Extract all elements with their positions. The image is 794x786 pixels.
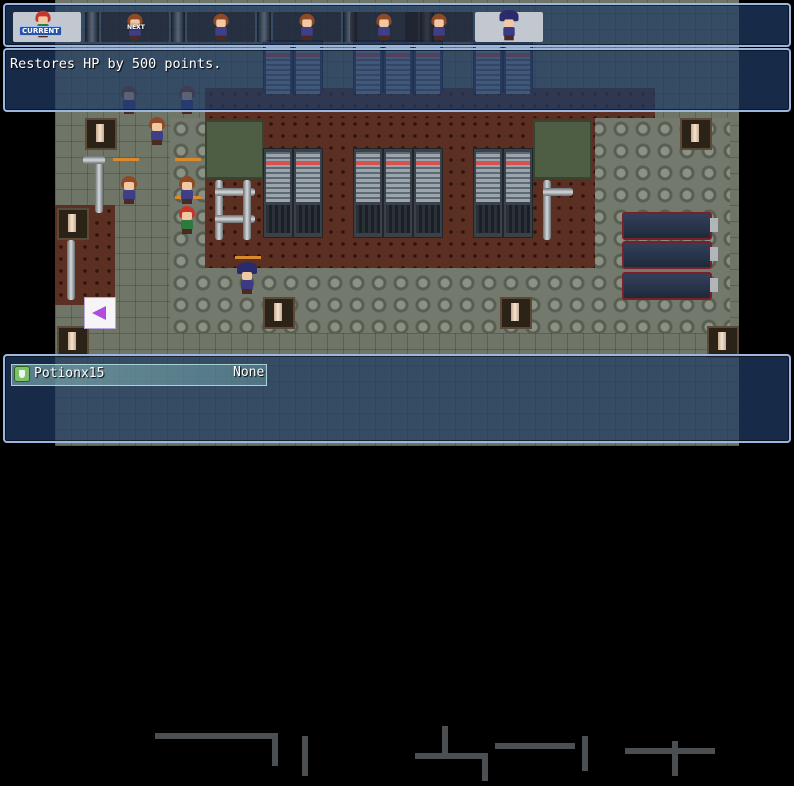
potion-icon	[14, 366, 30, 382]
server-rack	[503, 148, 533, 238]
metal-crate	[680, 118, 712, 150]
turn-slot-next[interactable]: NEXT	[101, 12, 169, 42]
server-rack	[413, 148, 443, 238]
turn-separator	[171, 12, 185, 42]
ally-portrait	[298, 13, 317, 41]
metal-crate	[57, 208, 89, 240]
help-window: Restores HP by 500 points.	[3, 48, 791, 112]
server-rack	[263, 148, 293, 238]
turn-order-bar: CURRENT NEXT	[3, 3, 791, 47]
item-window: Potionx15 None	[3, 354, 791, 781]
turn-slot-current[interactable]: CURRENT	[13, 10, 81, 42]
turn-separator	[85, 12, 99, 42]
server-rack	[353, 148, 383, 238]
next-label: NEXT	[127, 24, 145, 31]
pipes-decoration	[155, 726, 715, 781]
ally-sprite[interactable]	[147, 117, 167, 145]
turn-slot-witch[interactable]	[475, 9, 543, 42]
item-note: None	[233, 365, 265, 380]
green-pad-right	[533, 120, 592, 179]
hp-gauge	[175, 158, 201, 161]
pipe	[83, 156, 105, 164]
ally-portrait	[212, 13, 231, 41]
ally-sprite[interactable]	[119, 176, 139, 204]
hp-gauge	[235, 256, 261, 259]
green-pad-left	[205, 120, 264, 179]
item-description: Restores HP by 500 points.	[10, 56, 222, 72]
cryo-tank	[622, 272, 718, 300]
turn-separator	[257, 12, 271, 42]
ally-portrait	[430, 13, 449, 41]
server-rack	[473, 148, 503, 238]
server-rack	[383, 148, 413, 238]
pipe	[95, 158, 103, 213]
turn-slot[interactable]	[405, 12, 473, 42]
ally-sprite[interactable]	[177, 176, 197, 204]
pipe	[67, 240, 75, 300]
metal-crate	[85, 118, 117, 150]
turn-slot[interactable]	[273, 12, 341, 42]
cryo-tank	[622, 241, 718, 269]
target-cursor-icon[interactable]	[84, 297, 116, 329]
pipe	[543, 188, 573, 196]
hero-sprite[interactable]	[177, 206, 197, 234]
server-rack	[293, 148, 323, 238]
witch-sprite[interactable]	[237, 262, 257, 294]
ally-portrait	[375, 13, 394, 41]
pipe	[243, 180, 251, 240]
item-row-potion[interactable]: Potionx15	[11, 364, 267, 386]
hp-gauge	[113, 158, 139, 161]
metal-crate	[263, 297, 295, 329]
current-label: CURRENT	[19, 26, 63, 36]
item-name: Potionx15	[34, 366, 105, 381]
witch-portrait	[499, 9, 519, 41]
cryo-tank	[622, 212, 718, 240]
metal-crate	[500, 297, 532, 329]
turn-slot[interactable]	[187, 12, 255, 42]
